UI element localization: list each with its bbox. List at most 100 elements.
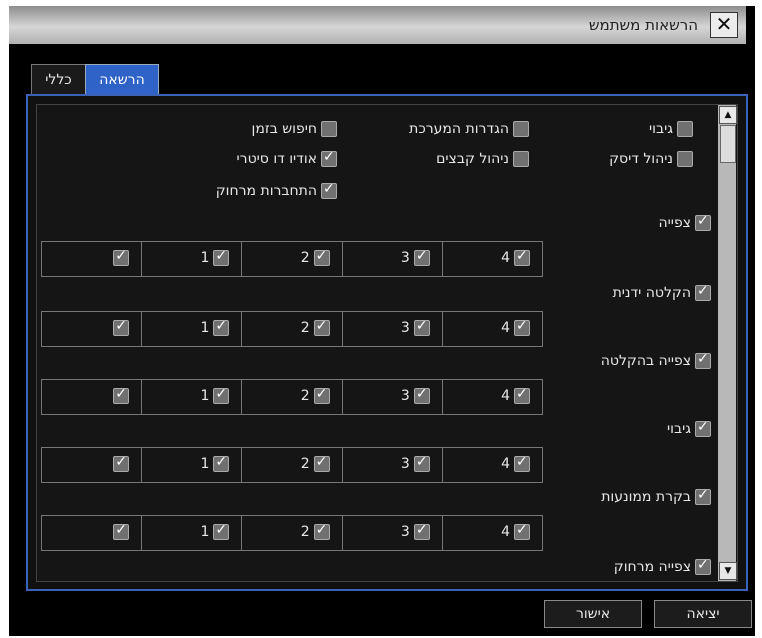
checkbox[interactable] — [695, 213, 711, 231]
perm-system-settings[interactable]: הגדרות המערכת — [409, 121, 529, 137]
channel-grid: 1 2 3 4 — [41, 311, 543, 347]
tab-permissions[interactable]: הרשאה — [85, 64, 159, 95]
section-label: צפייה — [658, 215, 691, 231]
channel-grid: 1 2 3 4 — [41, 379, 543, 415]
channel-cell: 2 — [242, 242, 343, 276]
section-manual-record[interactable]: הקלטה ידנית — [612, 283, 711, 301]
channel-cell: 3 — [343, 312, 443, 346]
checkbox[interactable] — [213, 248, 230, 266]
section-label: הקלטה ידנית — [612, 285, 691, 301]
checkbox[interactable] — [213, 522, 230, 540]
checkbox[interactable] — [513, 121, 529, 137]
channel-cell — [42, 312, 143, 346]
channel-cell: 3 — [343, 448, 443, 482]
section-playback[interactable]: צפייה בהקלטה — [600, 351, 711, 369]
section-remote-view[interactable]: צפייה מרחוק — [613, 557, 711, 575]
arrow-up-icon: ▲ — [724, 110, 732, 120]
checkbox[interactable] — [321, 149, 337, 167]
scroll-down-button[interactable]: ▼ — [719, 562, 737, 580]
channel-cell: 3 — [343, 242, 443, 276]
channel-grid: 1 2 3 4 — [41, 241, 543, 277]
channel-cell — [42, 516, 143, 550]
perm-label: חיפוש בזמן — [251, 121, 317, 137]
checkbox[interactable] — [113, 522, 130, 540]
tab-general[interactable]: כללי — [31, 64, 86, 95]
permissions-list: גיבוי הגדרות המערכת חיפוש בזמן ניהול דיס… — [36, 104, 738, 582]
window-title: הרשאות משתמש — [588, 16, 698, 34]
checkbox[interactable] — [213, 386, 230, 404]
perm-disk-management[interactable]: ניהול דיסק — [609, 151, 693, 167]
scroll-thumb[interactable] — [720, 125, 736, 163]
checkbox[interactable] — [514, 454, 531, 472]
checkbox[interactable] — [413, 318, 430, 336]
perm-label: התחברות מרחוק — [215, 183, 317, 199]
close-button[interactable]: ✕ — [710, 12, 738, 38]
section-label: צפייה מרחוק — [613, 559, 691, 575]
section-live-view[interactable]: צפייה — [658, 213, 711, 231]
channel-cell: 1 — [142, 312, 243, 346]
channel-cell: 3 — [343, 516, 443, 550]
ok-button[interactable]: אישור — [544, 600, 642, 628]
channel-cell: 1 — [142, 242, 243, 276]
checkbox[interactable] — [313, 522, 330, 540]
checkbox[interactable] — [413, 522, 430, 540]
scrollbar[interactable]: ▲ ▼ — [718, 105, 737, 581]
permissions-panel: גיבוי הגדרות המערכת חיפוש בזמן ניהול דיס… — [26, 94, 748, 591]
section-label: בקרת ממונעות — [601, 489, 691, 505]
channel-cell: 4 — [443, 312, 542, 346]
channel-cell: 3 — [343, 380, 443, 414]
checkbox[interactable] — [213, 454, 230, 472]
checkbox[interactable] — [514, 318, 531, 336]
checkbox[interactable] — [695, 419, 711, 437]
checkbox[interactable] — [113, 454, 130, 472]
channel-cell: 4 — [443, 380, 542, 414]
checkbox[interactable] — [513, 151, 529, 167]
checkbox[interactable] — [514, 386, 531, 404]
exit-button[interactable]: יציאה — [654, 600, 752, 628]
perm-remote-connection[interactable]: התחברות מרחוק — [215, 181, 337, 199]
checkbox[interactable] — [677, 151, 693, 167]
section-label: צפייה בהקלטה — [600, 353, 691, 369]
channel-cell: 2 — [242, 448, 343, 482]
checkbox[interactable] — [113, 386, 130, 404]
checkbox[interactable] — [677, 121, 693, 137]
checkbox[interactable] — [213, 318, 230, 336]
checkbox[interactable] — [695, 487, 711, 505]
channel-cell — [42, 242, 143, 276]
section-ptz-control[interactable]: בקרת ממונעות — [601, 487, 711, 505]
channel-cell: 2 — [242, 312, 343, 346]
checkbox[interactable] — [313, 318, 330, 336]
section-backup[interactable]: גיבוי — [667, 419, 711, 437]
checkbox[interactable] — [695, 351, 711, 369]
checkbox[interactable] — [313, 248, 330, 266]
channel-cell: 4 — [443, 516, 542, 550]
perm-label: אודיו דו סיטרי — [236, 151, 317, 167]
channel-cell: 1 — [142, 380, 243, 414]
checkbox[interactable] — [413, 248, 430, 266]
perm-backup[interactable]: גיבוי — [649, 121, 693, 137]
channel-cell: 2 — [242, 516, 343, 550]
checkbox[interactable] — [113, 318, 130, 336]
channel-cell: 4 — [443, 448, 542, 482]
perm-file-management[interactable]: ניהול קבצים — [436, 151, 529, 167]
checkbox[interactable] — [321, 121, 337, 137]
checkbox[interactable] — [514, 248, 531, 266]
checkbox[interactable] — [695, 557, 711, 575]
checkbox[interactable] — [313, 454, 330, 472]
scroll-up-button[interactable]: ▲ — [719, 106, 737, 124]
perm-two-way-audio[interactable]: אודיו דו סיטרי — [236, 149, 337, 167]
checkbox[interactable] — [113, 248, 130, 266]
checkbox[interactable] — [695, 283, 711, 301]
checkbox[interactable] — [313, 386, 330, 404]
channel-grid: 1 2 3 4 — [41, 515, 543, 551]
perm-label: גיבוי — [649, 121, 673, 137]
checkbox[interactable] — [413, 386, 430, 404]
checkbox[interactable] — [413, 454, 430, 472]
channel-cell: 2 — [242, 380, 343, 414]
channel-grid: 1 2 3 4 — [41, 447, 543, 483]
channel-cell: 1 — [142, 516, 243, 550]
checkbox[interactable] — [514, 522, 531, 540]
checkbox[interactable] — [321, 181, 337, 199]
title-bar: הרשאות משתמש ✕ — [9, 6, 746, 44]
perm-time-search[interactable]: חיפוש בזמן — [252, 121, 337, 137]
